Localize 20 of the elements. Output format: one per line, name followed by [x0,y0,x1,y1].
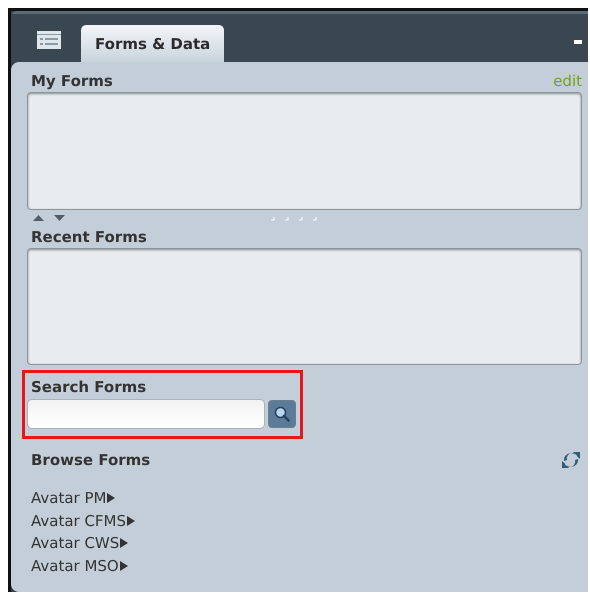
resize-grip-icon[interactable] [271,216,317,220]
category-link[interactable]: Avatar CWS [31,534,120,552]
move-up-icon[interactable] [33,215,44,221]
section-title: Browse Forms [31,451,150,469]
expand-arrow-icon[interactable] [120,560,128,571]
expand-arrow-icon[interactable] [120,538,128,548]
category-link[interactable]: Avatar PM [31,489,106,508]
search-field[interactable] [27,399,265,429]
search-button[interactable] [268,400,296,428]
section-title: My Forms [31,72,113,90]
refresh-icon[interactable] [560,449,582,471]
section-title: Recent Forms [31,228,147,246]
category-link[interactable]: Avatar CFMS [31,512,126,530]
category-link[interactable]: Avatar MSO [31,556,119,575]
expand-arrow-icon[interactable] [127,516,136,526]
section-title: Search Forms [31,378,146,396]
forms-data-tab[interactable]: Forms & Data [81,25,224,62]
search-icon [274,406,290,422]
move-down-icon[interactable] [54,215,65,221]
expand-arrow-icon[interactable] [107,493,116,504]
